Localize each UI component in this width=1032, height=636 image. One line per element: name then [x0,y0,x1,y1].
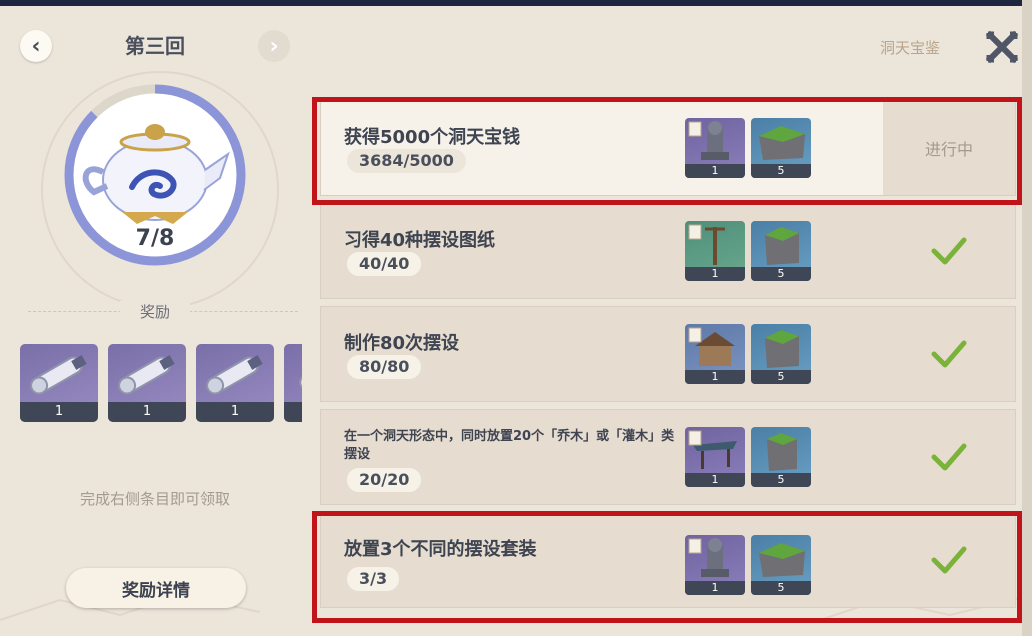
reward-item[interactable]: 5 [751,221,811,281]
task-title: 制作80次摆设 [344,333,460,354]
reward-card[interactable]: 1 [196,344,274,422]
codex-label[interactable]: 洞天宝鉴 [880,37,940,58]
right-edge [1022,0,1032,636]
task-title: 在一个洞天形态中，同时放置20个「乔木」或「灌木」类摆设 [344,429,675,462]
reward-details-button[interactable]: 奖励详情 [66,568,246,608]
collection-progress: 7/8 [135,226,175,251]
reward-item[interactable]: 1 [685,324,745,384]
reward-count: 1 [685,370,745,384]
top-edge [0,0,1032,6]
scroll-icon [30,355,87,395]
task-row[interactable]: 在一个洞天形态中，同时放置20个「乔木」或「灌木」类摆设 20/20 1 5 [320,409,1016,505]
reward-item[interactable]: 1 [685,221,745,281]
reward-count [284,402,302,422]
grass-rock-icon [767,433,797,471]
task-progress: 80/80 [347,355,422,379]
task-progress: 20/20 [347,468,422,492]
task-title: 习得40种摆设图纸 [344,230,496,251]
reward-label: 奖励 [120,301,190,322]
close-icon[interactable] [985,30,1019,64]
highlight-box [312,97,1022,205]
checkmark-icon [931,237,967,265]
task-progress: 40/40 [347,252,422,276]
reward-card[interactable]: 1 [20,344,98,422]
reward-card[interactable] [284,344,302,422]
prev-round-button[interactable]: ‹ [20,30,52,62]
reward-item[interactable]: 1 [685,427,745,487]
highlight-box [312,511,1022,623]
task-row[interactable]: 制作80次摆设 80/80 1 5 [320,306,1016,402]
scroll-icon [118,355,175,395]
reward-count: 1 [196,402,274,422]
grass-rock-icon [765,227,799,265]
task-row[interactable]: 习得40种摆设图纸 40/40 1 5 [320,203,1016,299]
reward-count: 1 [685,473,745,487]
scroll-icon [299,356,302,392]
reward-item[interactable]: 5 [751,324,811,384]
task-status [883,204,1015,298]
reward-item[interactable]: 5 [751,427,811,487]
reward-count: 1 [20,402,98,422]
reward-list: 1 1 1 [20,344,302,424]
next-round-button[interactable]: › [258,30,290,62]
reward-count: 5 [751,267,811,281]
checkmark-icon [931,443,967,471]
reward-hint: 完成右侧条目即可领取 [79,490,230,508]
task-status [883,410,1015,504]
house-furnishing-icon [688,327,735,366]
lamp-post-furnishing-icon [688,224,725,265]
pavilion-furnishing-icon [688,430,737,469]
reward-count: 5 [751,473,811,487]
grass-rock-icon [765,330,799,368]
reward-card[interactable]: 1 [108,344,186,422]
task-status [883,307,1015,401]
reward-count: 1 [685,267,745,281]
reward-count: 1 [108,402,186,422]
scroll-icon [206,355,263,395]
checkmark-icon [931,340,967,368]
round-title: 第三回 [125,34,185,58]
reward-count: 5 [751,370,811,384]
